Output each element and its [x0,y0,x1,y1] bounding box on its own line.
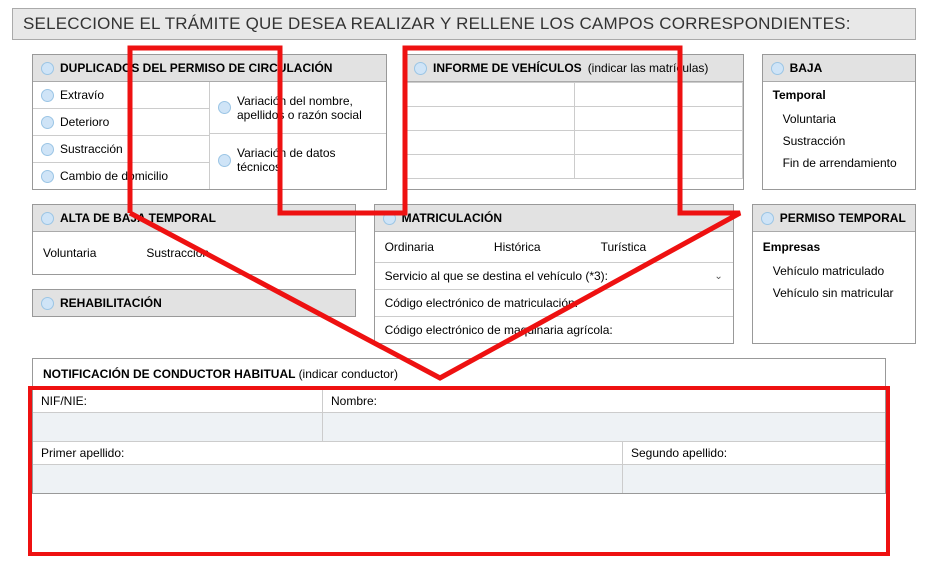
panel-matr-header: MATRICULACIÓN [375,205,733,232]
panel-rehabilitacion: REHABILITACIÓN [32,289,356,317]
matricula-cell[interactable] [574,131,742,155]
label: Sustracción [60,142,123,156]
panel-baja: BAJA Temporal Voluntaria Sustracción Fin… [762,54,916,190]
panel-alta-title: ALTA DE BAJA TEMPORAL [60,211,216,225]
matricula-cell[interactable] [574,155,742,179]
radio-icon[interactable] [41,297,54,310]
radio-icon[interactable] [771,62,784,75]
chevron-down-icon: ⌄ [714,271,722,282]
baja-sustraccion[interactable]: Sustracción [773,130,905,152]
panel-matriculacion: MATRICULACIÓN Ordinaria Histórica Turíst… [374,204,734,344]
panel-duplicados-header: DUPLICADOS DEL PERMISO DE CIRCULACIÓN [33,55,386,82]
opt-cambio-domicilio[interactable]: Cambio de domicilio [33,163,210,189]
radio-icon [41,143,54,156]
panel-rehab-header: REHABILITACIÓN [33,290,355,316]
radio-icon[interactable] [761,212,774,225]
panel-baja-title: BAJA [790,61,823,75]
matricula-cell[interactable] [407,107,575,131]
radio-icon[interactable] [414,62,427,75]
matricula-cell[interactable] [407,155,575,179]
opt-extravio[interactable]: Extravío [33,82,210,109]
radio-icon [41,116,54,129]
label: Deterioro [60,115,109,129]
opt-variacion-nombre[interactable]: Variación del nombre, apellidos o razón … [210,82,386,134]
panel-perm-title: PERMISO TEMPORAL [780,211,906,225]
label: Variación del nombre, apellidos o razón … [237,94,378,122]
matricula-cell[interactable] [574,107,742,131]
apellido2-label: Segundo apellido: [623,442,885,465]
panel-alta-header: ALTA DE BAJA TEMPORAL [33,205,355,232]
matricula-cell[interactable] [407,131,575,155]
nombre-label: Nombre: [323,390,885,413]
nif-input[interactable] [33,413,322,441]
panel-notif-hint: (indicar conductor) [299,367,398,381]
apellido1-label: Primer apellido: [33,442,622,465]
panel-matr-title: MATRICULACIÓN [402,211,502,225]
panel-informe-header: INFORME DE VEHÍCULOS (indicar las matríc… [406,55,743,82]
apellido2-input[interactable] [623,465,885,493]
radio-icon[interactable] [383,212,396,225]
notif-wrap: NOTIFICACIÓN DE CONDUCTOR HABITUAL (indi… [32,358,916,494]
opt-sustraccion[interactable]: Sustracción [33,136,210,163]
informe-grid [406,82,743,179]
matr-codigo-elec[interactable]: Código electrónico de matriculación: [375,290,733,317]
panel-alta: ALTA DE BAJA TEMPORAL Voluntaria Sustrac… [32,204,356,275]
baja-fin-arrend[interactable]: Fin de arrendamiento [773,152,905,174]
perm-sin-matr[interactable]: Vehículo sin matricular [763,282,905,304]
radio-icon [41,170,54,183]
radio-icon [218,101,231,114]
baja-sub: Temporal [773,88,905,102]
panel-rehab-title: REHABILITACIÓN [60,296,162,310]
nombre-input[interactable] [323,413,885,441]
panel-informe-title: INFORME DE VEHÍCULOS [433,61,582,75]
matricula-cell[interactable] [574,83,742,107]
panel-perm-header: PERMISO TEMPORAL [753,205,915,232]
panel-notif-header: NOTIFICACIÓN DE CONDUCTOR HABITUAL (indi… [33,359,885,390]
alta-voluntaria[interactable]: Voluntaria [43,246,96,260]
panel-permiso-temporal: PERMISO TEMPORAL Empresas Vehículo matri… [752,204,916,344]
matricula-cell[interactable] [407,83,575,107]
label: Variación de datos técnicos [237,146,378,174]
alta-sustraccion[interactable]: Sustracción [146,246,209,260]
matr-servicio[interactable]: Servicio al que se destina el vehículo (… [375,263,733,290]
matr-historica[interactable]: Histórica [494,240,541,254]
row-1: DUPLICADOS DEL PERMISO DE CIRCULACIÓN Ex… [32,54,916,190]
panel-baja-header: BAJA [763,55,915,82]
baja-voluntaria[interactable]: Voluntaria [773,108,905,130]
page-title: SELECCIONE EL TRÁMITE QUE DESEA REALIZAR… [12,8,916,40]
label: Servicio al que se destina el vehículo (… [385,269,608,283]
panel-duplicados: DUPLICADOS DEL PERMISO DE CIRCULACIÓN Ex… [32,54,387,190]
row-2: ALTA DE BAJA TEMPORAL Voluntaria Sustrac… [32,204,916,344]
apellido1-input[interactable] [33,465,622,493]
panel-duplicados-title: DUPLICADOS DEL PERMISO DE CIRCULACIÓN [60,61,332,75]
opt-variacion-datos[interactable]: Variación de datos técnicos [210,134,386,186]
panel-notif-title: NOTIFICACIÓN DE CONDUCTOR HABITUAL [43,367,295,381]
matr-turistica[interactable]: Turística [601,240,647,254]
perm-matriculado[interactable]: Vehículo matriculado [763,260,905,282]
radio-icon [41,89,54,102]
radio-icon[interactable] [41,212,54,225]
opt-deterioro[interactable]: Deterioro [33,109,210,136]
nif-label: NIF/NIE: [33,390,322,413]
label: Código electrónico de matriculación: [385,296,578,310]
perm-sub: Empresas [763,240,905,254]
matr-ordinaria[interactable]: Ordinaria [385,240,434,254]
radio-icon [218,154,231,167]
label: Cambio de domicilio [60,169,168,183]
label: Extravío [60,88,104,102]
radio-icon[interactable] [41,62,54,75]
panel-notificacion: NOTIFICACIÓN DE CONDUCTOR HABITUAL (indi… [32,358,886,494]
panel-informe-hint: (indicar las matrículas) [588,61,709,75]
matr-codigo-agric[interactable]: Código electrónico de maquinaria agrícol… [375,317,733,343]
label: Código electrónico de maquinaria agrícol… [385,323,613,337]
panel-informe: INFORME DE VEHÍCULOS (indicar las matríc… [405,54,744,190]
